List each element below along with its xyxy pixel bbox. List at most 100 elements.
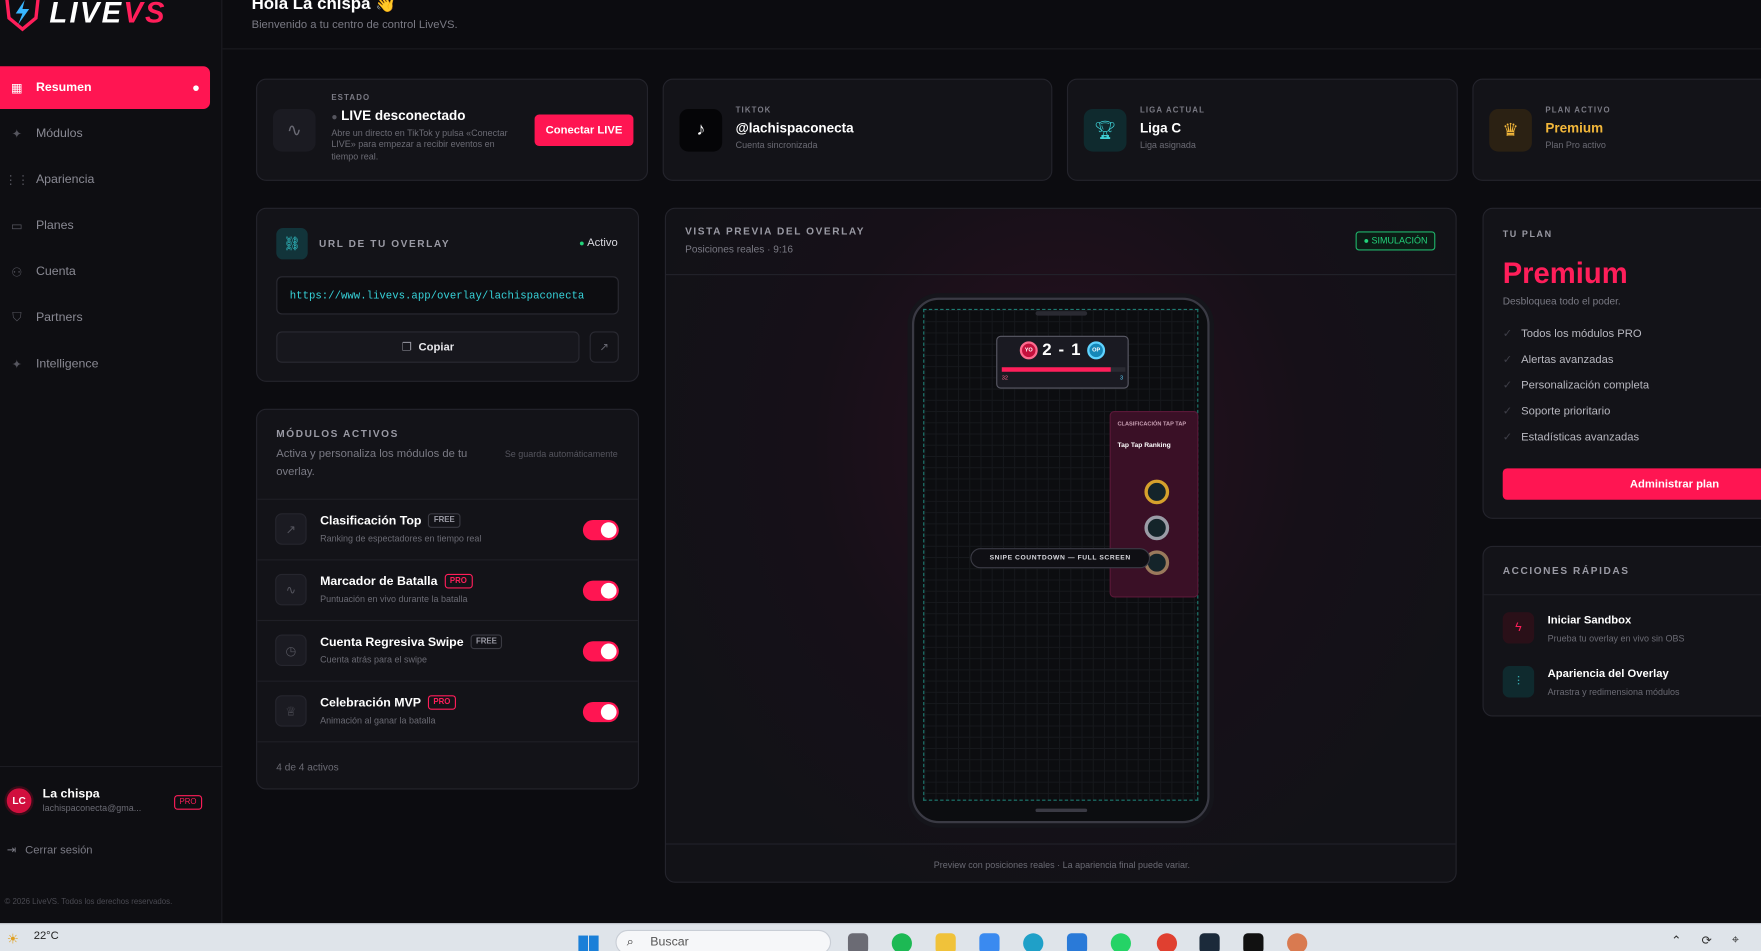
phone-notch bbox=[1035, 311, 1088, 316]
avatar: LC bbox=[4, 785, 34, 815]
active-dot: ● bbox=[579, 238, 585, 249]
module-row-clasificacion[interactable]: ↗ Clasificación Top FREE Ranking de espec… bbox=[257, 498, 638, 560]
plan-kicker: TU PLAN bbox=[1502, 229, 1553, 240]
league-sub: Liga asignada bbox=[1139, 140, 1196, 151]
store-icon[interactable] bbox=[1066, 933, 1088, 951]
tiktok-icon: ♪ bbox=[679, 108, 723, 152]
sidebar-item-label: Cuenta bbox=[35, 265, 76, 279]
status-card: ∿ ESTADO ● LIVE desconectado Abre un dir… bbox=[256, 78, 649, 181]
sidebar-item-partners[interactable]: ⛉ Partners bbox=[0, 296, 210, 339]
quick-action-title: Apariencia del Overlay bbox=[1547, 668, 1669, 681]
module-toggle[interactable] bbox=[582, 641, 619, 662]
league-kicker: LIGA ACTUAL bbox=[1139, 106, 1205, 115]
module-title: Clasificación Top bbox=[320, 513, 422, 528]
weather-icon: ☀ bbox=[6, 931, 19, 947]
weather-temp[interactable]: 22°C bbox=[34, 930, 59, 942]
home-indicator bbox=[1035, 808, 1088, 813]
logout-icon: ⇥ bbox=[6, 844, 17, 857]
simulation-label: SIMULACIÓN bbox=[1371, 235, 1428, 246]
pulse-icon: ∿ bbox=[275, 573, 307, 606]
module-toggle[interactable] bbox=[582, 519, 619, 541]
overlay-status: Activo bbox=[587, 236, 618, 250]
score-right-badge: OP bbox=[1087, 341, 1106, 360]
folder-icon[interactable] bbox=[935, 933, 956, 951]
battle-progress-bar bbox=[1001, 367, 1126, 372]
module-toggle[interactable] bbox=[582, 580, 619, 601]
quick-action-sandbox[interactable]: ϟ Iniciar Sandbox Prueba tu overlay en v… bbox=[1502, 612, 1761, 650]
network-icon[interactable]: ⌖ bbox=[1732, 933, 1739, 948]
external-link-icon: ↗ bbox=[599, 340, 609, 354]
sidebar-item-intelligence[interactable]: ✦ Intelligence bbox=[0, 343, 210, 386]
status-kicker: ESTADO bbox=[331, 94, 371, 103]
module-title: Marcador de Batalla bbox=[320, 574, 438, 588]
copy-button[interactable]: ❐ Copiar bbox=[276, 331, 580, 363]
user-profile[interactable]: LC La chispa lachispaconecta@gma... PRO bbox=[0, 765, 223, 833]
quick-action-appearance[interactable]: ⫶ Apariencia del Overlay Arrastra y redi… bbox=[1502, 665, 1761, 704]
module-toggle[interactable] bbox=[582, 701, 619, 723]
module-row-mvp[interactable]: ♕ Celebración MVP PRO Animación al ganar … bbox=[257, 680, 638, 742]
plan-name: Premium bbox=[1502, 256, 1628, 290]
sidebar-item-cuenta[interactable]: ⚇ Cuenta bbox=[0, 250, 210, 293]
module-row-marcador[interactable]: ∿ Marcador de Batalla PRO Puntuación en v… bbox=[257, 559, 638, 620]
app-icon[interactable] bbox=[1199, 933, 1220, 951]
snipe-countdown-widget: SNIPE COUNTDOWN — FULL SCREEN bbox=[970, 548, 1151, 569]
sparkles-icon: ✦ bbox=[11, 357, 23, 372]
page-title: Hola La chispa 👋 bbox=[251, 0, 397, 14]
windows-start-icon[interactable] bbox=[578, 935, 599, 951]
taskbar-search[interactable]: ⌕ Buscar bbox=[615, 929, 832, 951]
module-desc: Animación al ganar la batalla bbox=[320, 715, 436, 726]
clock-icon: ◷ bbox=[275, 634, 307, 666]
whatsapp-icon[interactable] bbox=[1110, 933, 1131, 951]
check-icon: ✓ bbox=[1502, 327, 1513, 341]
trophy-icon: ♕ bbox=[275, 695, 307, 727]
open-external-button[interactable]: ↗ bbox=[589, 331, 619, 363]
league-card: 🏆︎ LIGA ACTUAL Liga C Liga asignada bbox=[1066, 78, 1458, 181]
chevron-up-icon[interactable]: ⌃ bbox=[1671, 933, 1681, 947]
page-subtitle: Bienvenido a tu centro de control LiveVS… bbox=[251, 19, 458, 32]
status-help: Abre un directo en TikTok y pulsa «Conec… bbox=[331, 128, 508, 162]
logout-button[interactable]: ⇥ Cerrar sesión bbox=[7, 845, 93, 857]
pro-tag: PRO bbox=[427, 695, 457, 710]
plan-card: ♛ PLAN ACTIVO Premium Plan Pro activo bbox=[1472, 78, 1761, 181]
sliders-icon: ⋮⋮ bbox=[4, 173, 30, 187]
spotify-icon[interactable] bbox=[891, 933, 912, 951]
sync-icon[interactable]: ⟳ bbox=[1701, 933, 1711, 947]
sidebar-item-planes[interactable]: ▭ Planes bbox=[0, 204, 210, 247]
edge-icon[interactable] bbox=[1023, 933, 1044, 951]
chrome-icon[interactable] bbox=[1156, 933, 1178, 951]
manage-plan-button[interactable]: Administrar plan bbox=[1502, 468, 1761, 500]
crown-icon: ♛ bbox=[1489, 108, 1532, 152]
feature-item: ✓ Personalización completa bbox=[1502, 379, 1650, 392]
overlay-url-card: ⛓ URL DE TU OVERLAY ● Activo https://www… bbox=[256, 207, 640, 382]
logo-text: LIVE bbox=[49, 0, 124, 29]
task-view-icon[interactable] bbox=[847, 933, 869, 951]
sidebar-item-label: Módulos bbox=[35, 126, 83, 141]
free-tag: FREE bbox=[470, 634, 503, 650]
free-tag: FREE bbox=[428, 513, 461, 528]
user-icon: ⚇ bbox=[11, 265, 23, 280]
sidebar-nav: ▦ Resumen ✦ Módulos ⋮⋮ Apariencia ▭ Plan… bbox=[0, 66, 211, 388]
module-row-cuenta-regresiva[interactable]: ◷ Cuenta Regresiva Swipe FREE Cuenta atrá… bbox=[257, 619, 638, 681]
search-placeholder: Buscar bbox=[650, 935, 689, 950]
sidebar-item-apariencia[interactable]: ⋮⋮ Apariencia bbox=[0, 158, 210, 201]
sidebar-item-modulos[interactable]: ✦ Módulos bbox=[0, 112, 210, 155]
capcut-icon[interactable] bbox=[1243, 933, 1264, 951]
module-desc: Cuenta atrás para el swipe bbox=[320, 654, 427, 665]
claude-icon[interactable] bbox=[1287, 933, 1308, 951]
bar-left-value: 32 bbox=[1001, 375, 1009, 382]
pro-badge: PRO bbox=[173, 795, 203, 810]
pro-tag: PRO bbox=[444, 573, 473, 589]
modules-kicker: MÓDULOS ACTIVOS bbox=[276, 427, 399, 440]
sidebar-item-resumen[interactable]: ▦ Resumen bbox=[0, 66, 211, 109]
battle-scoreboard: YO 2 - 1 OP 32 3 bbox=[996, 335, 1129, 389]
quick-action-desc: Prueba tu overlay en vivo sin OBS bbox=[1547, 633, 1685, 644]
connect-live-button[interactable]: Conectar LIVE bbox=[534, 114, 634, 147]
sidebar-item-label: Resumen bbox=[35, 80, 92, 95]
overlay-url-field[interactable]: https://www.livevs.app/overlay/lachispac… bbox=[276, 276, 619, 315]
sidebar-item-label: Planes bbox=[35, 219, 74, 233]
quick-action-desc: Arrastra y redimensiona módulos bbox=[1547, 687, 1680, 698]
plan-name: Premium bbox=[1545, 120, 1604, 136]
battle-progress-fill bbox=[1001, 367, 1111, 372]
copilot-icon[interactable] bbox=[979, 933, 1000, 951]
app-logo[interactable]: LIVEVS bbox=[2, 0, 167, 32]
